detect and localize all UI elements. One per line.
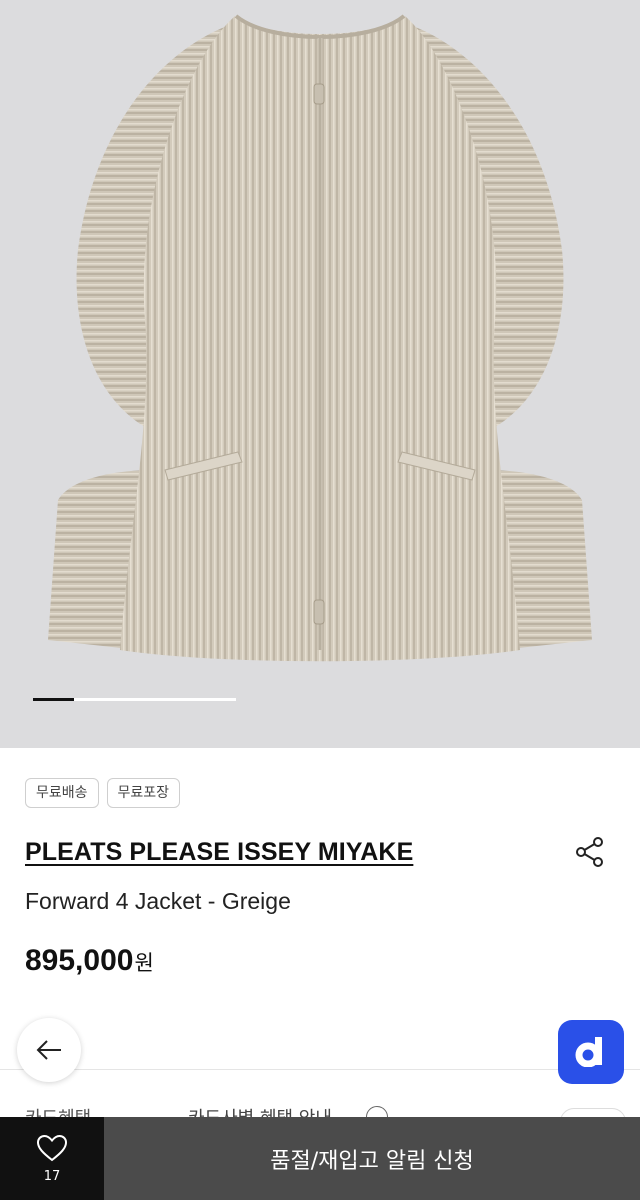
price-currency: 원 — [134, 951, 154, 975]
price-value: 895,000 — [25, 944, 134, 977]
gallery-pager-active — [33, 698, 74, 701]
gallery-pager — [33, 698, 236, 701]
like-button[interactable]: 17 — [0, 1117, 104, 1200]
bottom-action-bar: 17 품절/재입고 알림 신청 — [0, 1117, 640, 1200]
badge-free-packaging: 무료포장 — [106, 778, 181, 808]
product-price: 895,000 원 — [25, 944, 154, 978]
product-image — [48, 14, 592, 662]
back-button[interactable] — [17, 1018, 81, 1082]
share-button[interactable] — [570, 832, 610, 872]
like-count: 17 — [43, 1169, 61, 1184]
share-icon — [576, 837, 603, 867]
badge-free-shipping: 무료배송 — [25, 778, 99, 808]
restock-notify-button[interactable]: 품절/재입고 알림 신청 — [104, 1117, 640, 1200]
product-image-gallery[interactable] — [0, 0, 640, 748]
heart-icon — [36, 1134, 68, 1162]
divider — [0, 1069, 640, 1070]
brand-link[interactable]: PLEATS PLEASE ISSEY MIYAKE — [25, 838, 413, 867]
d-app-button[interactable] — [558, 1020, 624, 1084]
d-logo-icon — [575, 1037, 602, 1067]
product-name: Forward 4 Jacket - Greige — [25, 888, 291, 914]
arrow-left-icon — [36, 1040, 61, 1060]
badge-list: 무료배송 무료포장 — [25, 778, 181, 808]
